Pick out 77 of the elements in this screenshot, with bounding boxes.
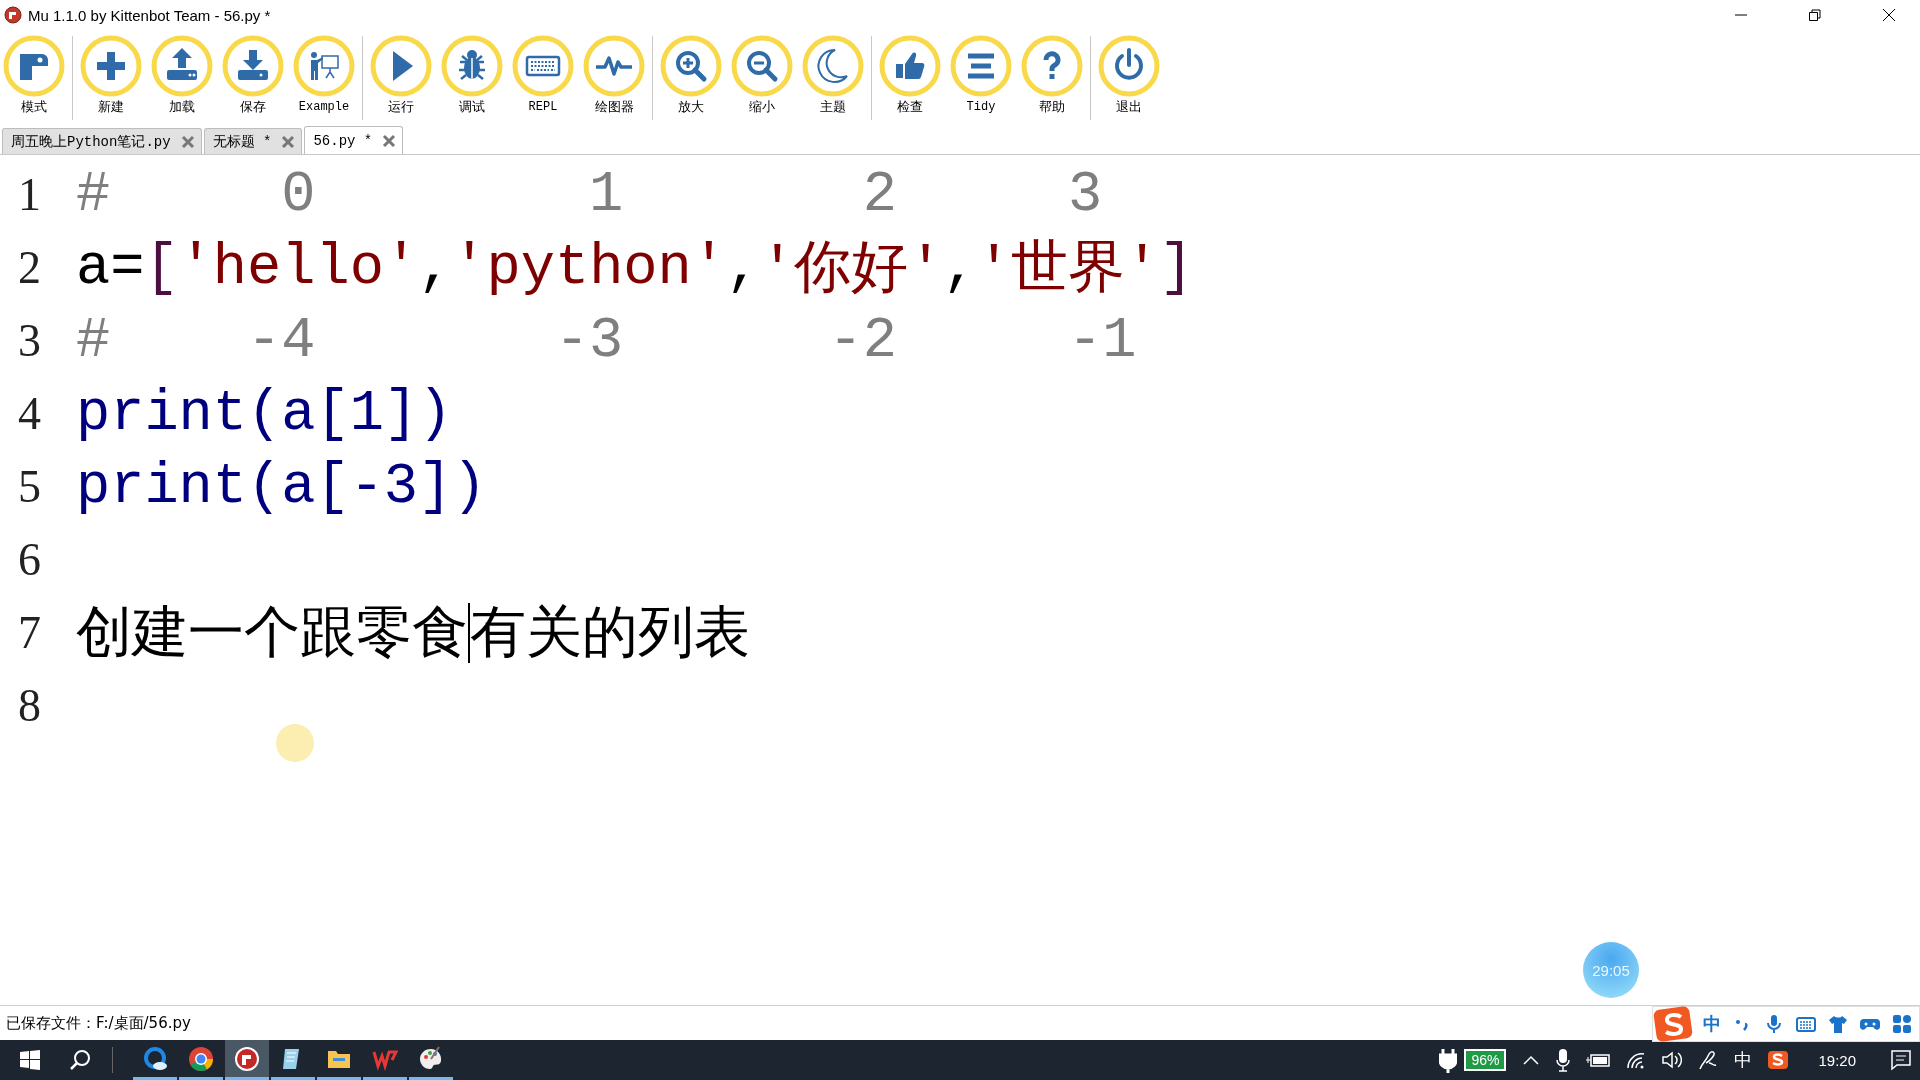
code-line: print(a[-3]) — [76, 454, 487, 519]
thumbs-up-icon — [878, 34, 942, 98]
app-logo-icon — [4, 6, 22, 24]
mode-icon — [2, 34, 66, 98]
toolbar-button[interactable]: REPL — [511, 34, 575, 116]
close-tab-icon[interactable] — [382, 133, 397, 148]
toolbar-button[interactable]: 帮助 — [1020, 34, 1084, 116]
toolbar-button[interactable]: 主题 — [801, 34, 865, 116]
sogou-logo-icon[interactable] — [1653, 1004, 1693, 1044]
toolbar-button[interactable]: 退出 — [1097, 34, 1161, 116]
line-number: 1 — [17, 168, 42, 221]
zoom-in-icon — [659, 34, 723, 98]
code-text-line: 创建一个跟零食有关的列表 — [76, 597, 750, 666]
editor-tab[interactable]: 无标题 * — [203, 128, 303, 154]
zoom-out-icon — [730, 34, 794, 98]
line-number: 3 — [17, 314, 42, 367]
toolbar-button[interactable]: 缩小 — [730, 34, 794, 116]
code-line: print(a[1]) — [76, 381, 453, 446]
keyboard-icon — [511, 34, 575, 98]
toolbar-button[interactable]: Example — [292, 34, 356, 116]
plus-icon — [79, 34, 143, 98]
windows-start-icon[interactable] — [18, 1048, 42, 1072]
presenter-icon — [292, 34, 356, 98]
mouse-highlight-icon — [276, 724, 314, 762]
search-icon[interactable] — [68, 1048, 92, 1072]
status-message: 已保存文件：F:/桌面/56.py — [6, 1013, 191, 1033]
pulse-icon — [582, 34, 646, 98]
code-line: # -4 -3 -2 -1 — [76, 308, 1137, 373]
sogou-icon[interactable] — [1767, 1049, 1790, 1071]
mu-logo-icon — [233, 1044, 261, 1073]
moon-icon — [801, 34, 865, 98]
battery-indicator: 96% — [1464, 1049, 1507, 1071]
timer-bubble: 29:05 — [1583, 942, 1639, 998]
notifications-icon[interactable] — [1889, 1048, 1913, 1072]
line-number: 7 — [17, 606, 42, 659]
input-mode-toggle[interactable]: 中 — [1703, 1012, 1721, 1036]
chrome-icon — [187, 1044, 215, 1073]
input-mode-indicator[interactable]: 中 — [1734, 1048, 1753, 1072]
toolbar-button[interactable]: 新建 — [79, 34, 143, 116]
speaker-icon[interactable] — [1661, 1050, 1684, 1070]
toolbar-button[interactable]: 放大 — [659, 34, 723, 116]
power-icon — [1097, 34, 1161, 98]
toolbar-button[interactable]: 运行 — [369, 34, 433, 116]
line-number: 6 — [17, 533, 42, 586]
power-plug-icon — [1439, 1047, 1458, 1073]
toolbar-button[interactable]: 调试 — [440, 34, 504, 116]
toolbar-button[interactable]: Tidy — [949, 34, 1013, 116]
line-number: 8 — [17, 679, 42, 732]
editor-tab[interactable]: 56.py * — [304, 126, 404, 154]
restore-icon[interactable] — [1808, 8, 1822, 22]
microphone-icon[interactable] — [1555, 1048, 1572, 1072]
clock[interactable]: 19:20 — [1818, 1051, 1856, 1069]
download-icon — [221, 34, 285, 98]
shirt-icon[interactable] — [1827, 1013, 1849, 1035]
toolbar-button[interactable]: 检查 — [878, 34, 942, 116]
toolbar-button[interactable]: 绘图器 — [582, 34, 646, 116]
toolbar-button[interactable]: 保存 — [221, 34, 285, 116]
close-icon[interactable] — [1882, 8, 1896, 22]
taskbar-app-button[interactable] — [225, 1040, 269, 1080]
code-line: a=['hello','python','你好','世界'] — [76, 234, 1194, 305]
close-tab-icon[interactable] — [180, 134, 195, 149]
code-line: # 0 1 2 3 — [76, 162, 1103, 227]
editor-tab[interactable]: 周五晚上Python笔记.py — [2, 128, 202, 154]
line-number: 4 — [17, 387, 42, 440]
browser-icon — [141, 1044, 169, 1073]
help-icon — [1020, 34, 1084, 98]
lines-icon — [949, 34, 1013, 98]
toolbar-button[interactable]: 加载 — [150, 34, 214, 116]
play-icon — [369, 34, 433, 98]
upload-icon — [150, 34, 214, 98]
bug-icon — [440, 34, 504, 98]
window-title: Mu 1.1.0 by Kittenbot Team - 56.py * — [28, 6, 271, 24]
grid-icon[interactable] — [1891, 1013, 1913, 1035]
line-number: 2 — [17, 241, 42, 294]
toolbar-button[interactable]: 模式 — [2, 34, 66, 116]
line-number: 5 — [17, 460, 42, 513]
close-tab-icon[interactable] — [281, 134, 296, 149]
